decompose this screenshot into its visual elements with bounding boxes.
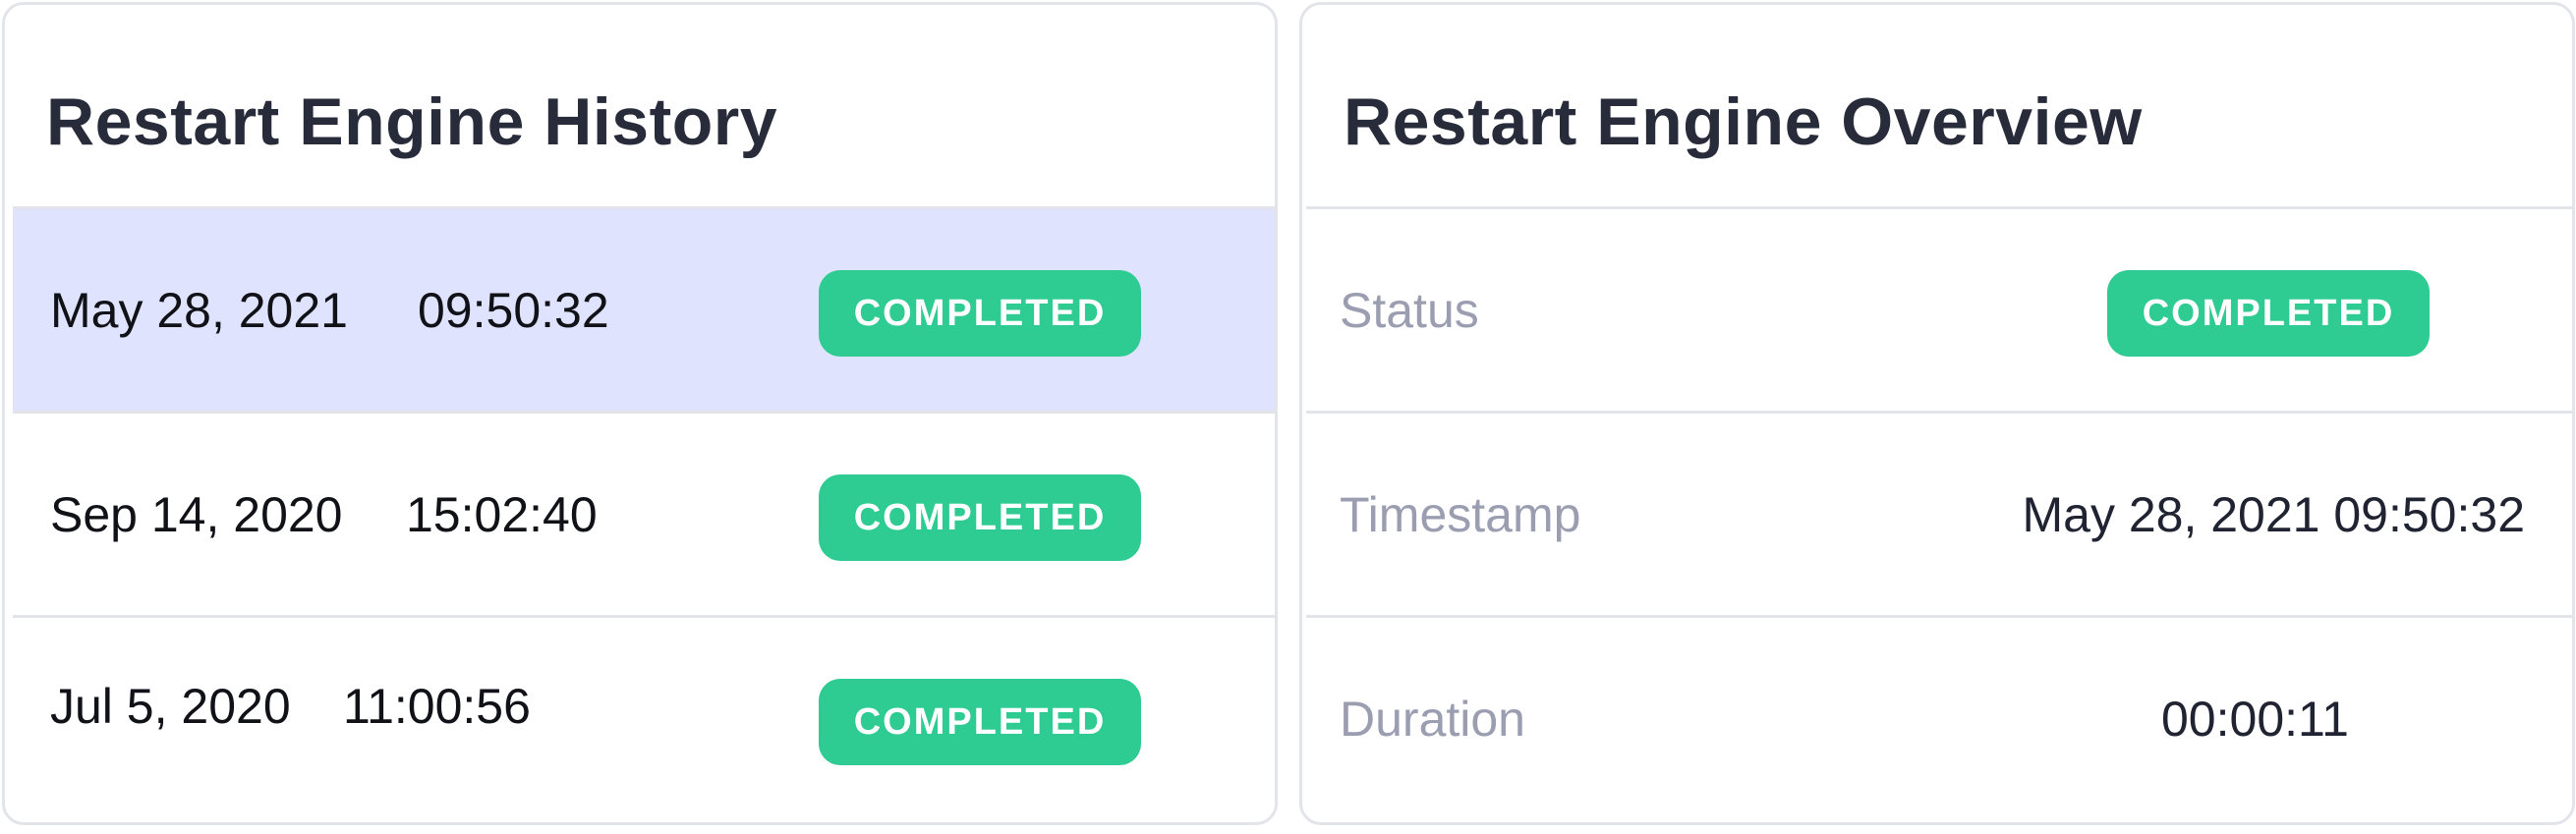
restart-history-panel: Restart Engine History May 28, 2021 09:5… bbox=[2, 2, 1278, 825]
history-row[interactable]: Sep 14, 2020 15:02:40 COMPLETED bbox=[13, 411, 1275, 615]
history-row[interactable]: Jul 5, 2020 11:00:56 COMPLETED bbox=[13, 615, 1275, 819]
duration-label: Duration bbox=[1340, 691, 1525, 747]
status-badge: COMPLETED bbox=[2107, 270, 2430, 357]
overview-status-row: Status COMPLETED bbox=[1306, 206, 2572, 411]
status-badge: COMPLETED bbox=[819, 474, 1141, 561]
history-title: Restart Engine History bbox=[46, 84, 778, 159]
overview-title: Restart Engine Overview bbox=[1344, 84, 2143, 159]
restart-overview-panel: Restart Engine Overview Status COMPLETED… bbox=[1299, 2, 2575, 825]
status-label: Status bbox=[1340, 282, 1479, 338]
history-date: Jul 5, 2020 bbox=[50, 679, 291, 735]
history-time: 09:50:32 bbox=[418, 282, 609, 338]
history-time: 11:00:56 bbox=[343, 679, 531, 735]
overview-duration-row: Duration 00:00:11 bbox=[1306, 615, 2572, 819]
history-date: May 28, 2021 bbox=[50, 282, 348, 338]
timestamp-value: May 28, 2021 09:50:32 bbox=[2022, 486, 2526, 542]
history-date: Sep 14, 2020 bbox=[50, 486, 343, 542]
overview-timestamp-row: Timestamp May 28, 2021 09:50:32 bbox=[1306, 411, 2572, 615]
timestamp-label: Timestamp bbox=[1340, 486, 1581, 542]
duration-value: 00:00:11 bbox=[2161, 691, 2349, 747]
status-badge: COMPLETED bbox=[819, 679, 1141, 765]
status-badge: COMPLETED bbox=[819, 270, 1141, 357]
history-time: 15:02:40 bbox=[406, 486, 598, 542]
history-row[interactable]: May 28, 2021 09:50:32 COMPLETED bbox=[13, 206, 1275, 411]
